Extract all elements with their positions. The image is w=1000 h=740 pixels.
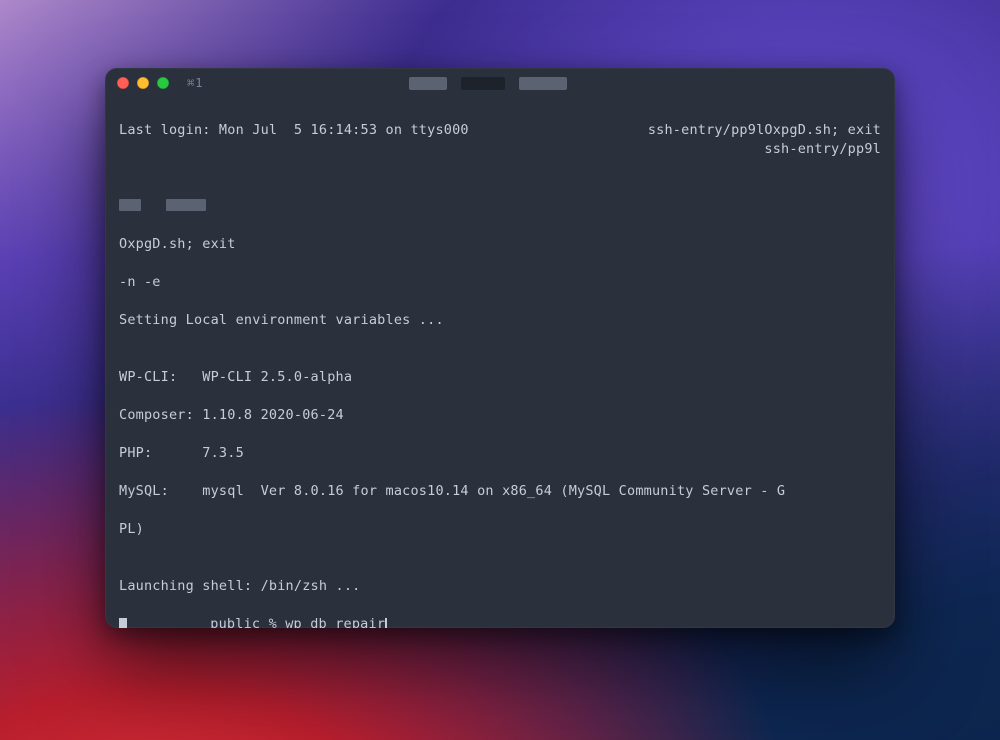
close-button[interactable] <box>117 77 129 89</box>
terminal-line: ssh-entry/pp9lOxpgD.sh; exit <box>119 159 881 178</box>
terminal-window[interactable]: ⌘1 Last login: Mon Jul 5 16:14:53 on tty… <box>105 68 895 628</box>
terminal-line: Composer: 1.10.8 2020-06-24 <box>119 406 881 425</box>
title-redaction <box>519 77 567 90</box>
terminal-line: PHP: 7.3.5 <box>119 444 881 463</box>
minimize-button[interactable] <box>137 77 149 89</box>
terminal-line: -n -e <box>119 273 881 292</box>
command-input[interactable]: wp db repair <box>285 616 385 628</box>
terminal-line: OxpgD.sh; exit <box>119 235 881 254</box>
title-redaction <box>461 77 505 90</box>
cursor-block-icon <box>119 618 127 628</box>
terminal-line: PL) <box>119 520 881 539</box>
prompt-line[interactable]: public % wp db repair <box>119 615 881 628</box>
tab-indicator: ⌘1 <box>187 76 203 90</box>
terminal-text: ssh-entry/pp9l <box>764 140 881 159</box>
terminal-line: MySQL: mysql Ver 8.0.16 for macos10.14 o… <box>119 482 881 501</box>
terminal-line: ssh-entry/pp9l <box>119 197 881 216</box>
terminal-line: WP-CLI: WP-CLI 2.5.0-alpha <box>119 368 881 387</box>
prompt-dir: public <box>210 616 260 628</box>
text-cursor-icon <box>385 618 387 628</box>
window-titlebar[interactable]: ⌘1 <box>105 68 895 98</box>
traffic-lights <box>117 77 169 89</box>
terminal-content[interactable]: Last login: Mon Jul 5 16:14:53 on ttys00… <box>105 98 895 628</box>
prompt-symbol: % <box>269 616 277 628</box>
zoom-button[interactable] <box>157 77 169 89</box>
title-redaction <box>409 77 447 90</box>
terminal-text: ssh-entry/pp9lOxpgD.sh; exit <box>648 121 881 140</box>
terminal-line: Setting Local environment variables ... <box>119 311 881 330</box>
terminal-line: Launching shell: /bin/zsh ... <box>119 577 881 596</box>
